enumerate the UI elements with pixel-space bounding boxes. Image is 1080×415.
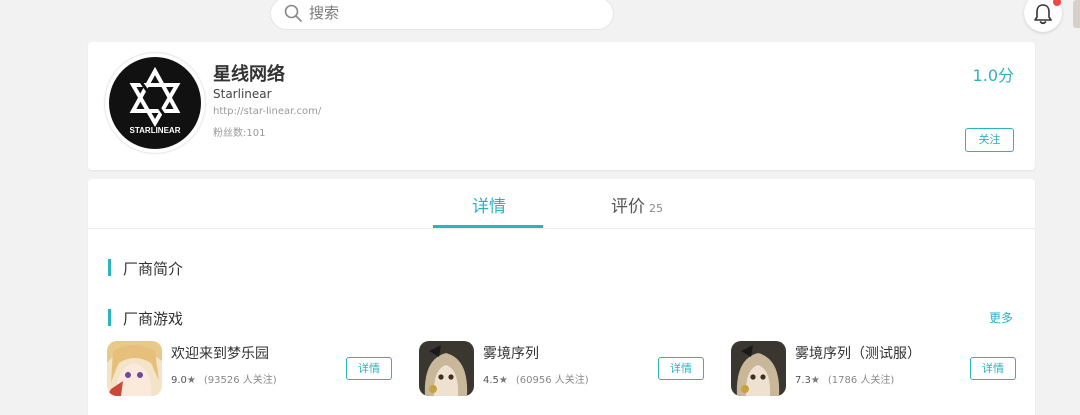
vendor-english-name: Starlinear — [213, 87, 272, 101]
section-marker — [108, 259, 111, 276]
star-icon: ★ — [810, 375, 820, 386]
section-title-intro: 厂商简介 — [108, 258, 183, 279]
search-box[interactable] — [270, 0, 614, 30]
game-follower-count: (93526 人关注) — [203, 375, 277, 386]
section-marker — [108, 309, 111, 326]
game-meta: 9.0★ (93526 人关注) — [171, 371, 277, 386]
tab-details[interactable]: 详情 — [472, 192, 506, 217]
search-icon — [284, 4, 302, 22]
game-art-icon — [419, 341, 474, 396]
game-icon[interactable] — [731, 341, 786, 396]
game-detail-button[interactable]: 详情 — [346, 357, 392, 380]
star-icon: ★ — [186, 375, 196, 386]
game-icon[interactable] — [107, 341, 162, 396]
game-detail-button[interactable]: 详情 — [970, 357, 1016, 380]
vendor-score: 1.0分 — [972, 66, 1014, 85]
game-item[interactable]: 雾境序列 4.5★ (60956 人关注) 详情 — [419, 341, 709, 397]
bell-icon — [1034, 4, 1052, 25]
section-title-intro-label: 厂商简介 — [123, 260, 184, 278]
vendor-logo: STARLINEAR — [105, 53, 205, 153]
game-rating: 7.3 — [795, 375, 811, 386]
vendor-card: STARLINEAR 星线网络 Starlinear http://star-l… — [88, 42, 1035, 170]
game-item[interactable]: 欢迎来到梦乐园 9.0★ (93526 人关注) 详情 — [107, 341, 397, 397]
vendor-name: 星线网络 — [213, 64, 285, 85]
game-icon[interactable] — [419, 341, 474, 396]
starlinear-logo-icon: STARLINEAR — [109, 57, 201, 149]
vendor-website[interactable]: http://star-linear.com/ — [213, 106, 321, 117]
star-icon: ★ — [498, 375, 508, 386]
game-follower-count: (1786 人关注) — [827, 375, 895, 386]
game-meta: 7.3★ (1786 人关注) — [795, 371, 894, 386]
game-art-icon — [107, 341, 162, 396]
game-meta: 4.5★ (60956 人关注) — [483, 371, 589, 386]
game-name[interactable]: 雾境序列 — [483, 343, 539, 363]
game-name[interactable]: 欢迎来到梦乐园 — [171, 343, 269, 363]
user-avatar[interactable] — [1073, 0, 1080, 28]
detail-card: 详情 评价 25 厂商简介 厂商游戏 更多 欢迎来到梦乐园 9.0★ (9352… — [88, 179, 1035, 415]
game-item[interactable]: 雾境序列（测试服） 7.3★ (1786 人关注) 详情 — [731, 341, 1021, 397]
game-rating: 4.5 — [483, 375, 499, 386]
game-art-icon — [731, 341, 786, 396]
follow-button[interactable]: 关注 — [965, 128, 1014, 152]
more-games-link[interactable]: 更多 — [989, 309, 1013, 326]
active-tab-indicator — [433, 225, 543, 228]
search-input[interactable] — [309, 1, 599, 25]
tab-bar: 详情 评价 25 — [88, 179, 1035, 229]
game-follower-count: (60956 人关注) — [515, 375, 589, 386]
section-title-games-label: 厂商游戏 — [123, 310, 184, 328]
review-count: 25 — [649, 202, 663, 215]
section-title-games: 厂商游戏 — [108, 308, 183, 329]
game-detail-button[interactable]: 详情 — [658, 357, 704, 380]
vendor-fan-count: 粉丝数:101 — [213, 128, 266, 139]
notification-dot — [1053, 0, 1061, 6]
tab-reviews-label: 评价 — [611, 197, 645, 217]
game-rating: 9.0 — [171, 375, 187, 386]
game-name[interactable]: 雾境序列（测试服） — [795, 343, 921, 363]
notification-button[interactable] — [1024, 0, 1062, 32]
svg-text:STARLINEAR: STARLINEAR — [130, 126, 181, 135]
tab-reviews[interactable]: 评价 25 — [611, 192, 663, 217]
